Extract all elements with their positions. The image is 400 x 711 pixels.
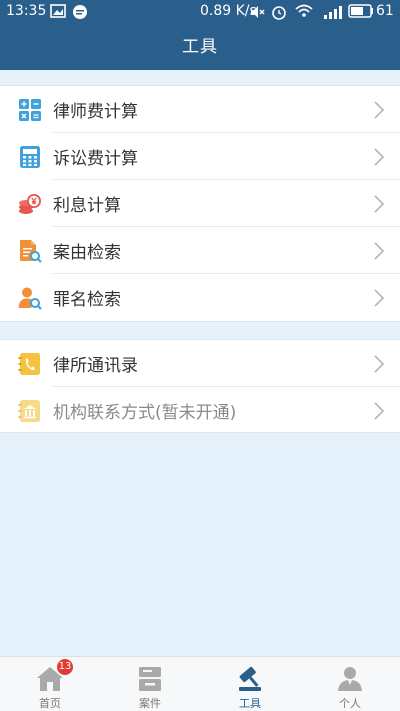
tools-list-secondary: 律所通讯录 机构联系方式(暂未开通) [0, 339, 400, 433]
tools-list-primary: 律师费计算 诉讼费计算 利息计算 案由检索 罪名检索 [0, 85, 400, 322]
institution-icon [18, 399, 40, 422]
list-item-case-search[interactable]: 案由检索 [0, 227, 400, 274]
status-bar: 13:35 0.89 K/s 61 [0, 0, 400, 24]
tab-label: 工具 [239, 697, 261, 710]
case-icon [139, 667, 161, 691]
battery-level: 61 [376, 3, 394, 19]
person-search-icon [18, 287, 42, 310]
phone-book-icon [18, 352, 40, 375]
wifi-icon [295, 4, 313, 17]
tab-label: 首页 [39, 697, 61, 710]
list-item-crime-search[interactable]: 罪名检索 [0, 274, 400, 321]
document-search-icon [20, 239, 42, 263]
tab-label: 案件 [139, 697, 161, 710]
chevron-right-icon [374, 289, 384, 307]
chat-notification-icon [73, 5, 87, 19]
tab-cases[interactable]: 案件 [100, 657, 200, 711]
list-item-interest[interactable]: 利息计算 [0, 180, 400, 227]
list-item-litigation-fee[interactable]: 诉讼费计算 [0, 133, 400, 180]
tab-profile[interactable]: 个人 [300, 657, 400, 711]
mute-icon [251, 6, 265, 18]
calculator-grid-icon [19, 98, 41, 121]
list-item-label: 案由检索 [53, 243, 121, 263]
bottom-tab-bar: 13 首页 案件 工具 个人 [0, 656, 400, 711]
tab-home[interactable]: 13 首页 [0, 657, 100, 711]
list-item-lawyer-fee[interactable]: 律师费计算 [0, 86, 400, 133]
calculator-icon [20, 145, 40, 168]
chevron-right-icon [374, 355, 384, 373]
chevron-right-icon [374, 402, 384, 420]
signal-icon [324, 6, 342, 19]
alarm-icon [272, 6, 286, 20]
page-title: 工具 [0, 24, 400, 70]
chevron-right-icon [374, 195, 384, 213]
chevron-right-icon [374, 242, 384, 260]
list-item-label: 律师费计算 [53, 102, 138, 122]
person-icon [338, 667, 362, 691]
tab-tools[interactable]: 工具 [200, 657, 300, 711]
coins-icon [19, 193, 41, 214]
tab-label: 个人 [339, 697, 361, 710]
list-item-label: 罪名检索 [53, 290, 121, 310]
chevron-right-icon [374, 101, 384, 119]
list-item-label: 利息计算 [53, 196, 121, 216]
list-item-label: 律所通讯录 [53, 356, 138, 376]
list-item-firm-directory[interactable]: 律所通讯录 [0, 340, 400, 387]
gavel-icon [239, 666, 261, 691]
battery-icon [348, 4, 373, 18]
list-item-label: 机构联系方式(暂未开通) [53, 403, 237, 423]
status-time: 13:35 [6, 3, 47, 19]
notification-badge: 13 [57, 659, 73, 675]
image-notification-icon [50, 4, 66, 18]
list-item-institution-contacts[interactable]: 机构联系方式(暂未开通) [0, 387, 400, 434]
chevron-right-icon [374, 148, 384, 166]
list-item-label: 诉讼费计算 [53, 149, 138, 169]
